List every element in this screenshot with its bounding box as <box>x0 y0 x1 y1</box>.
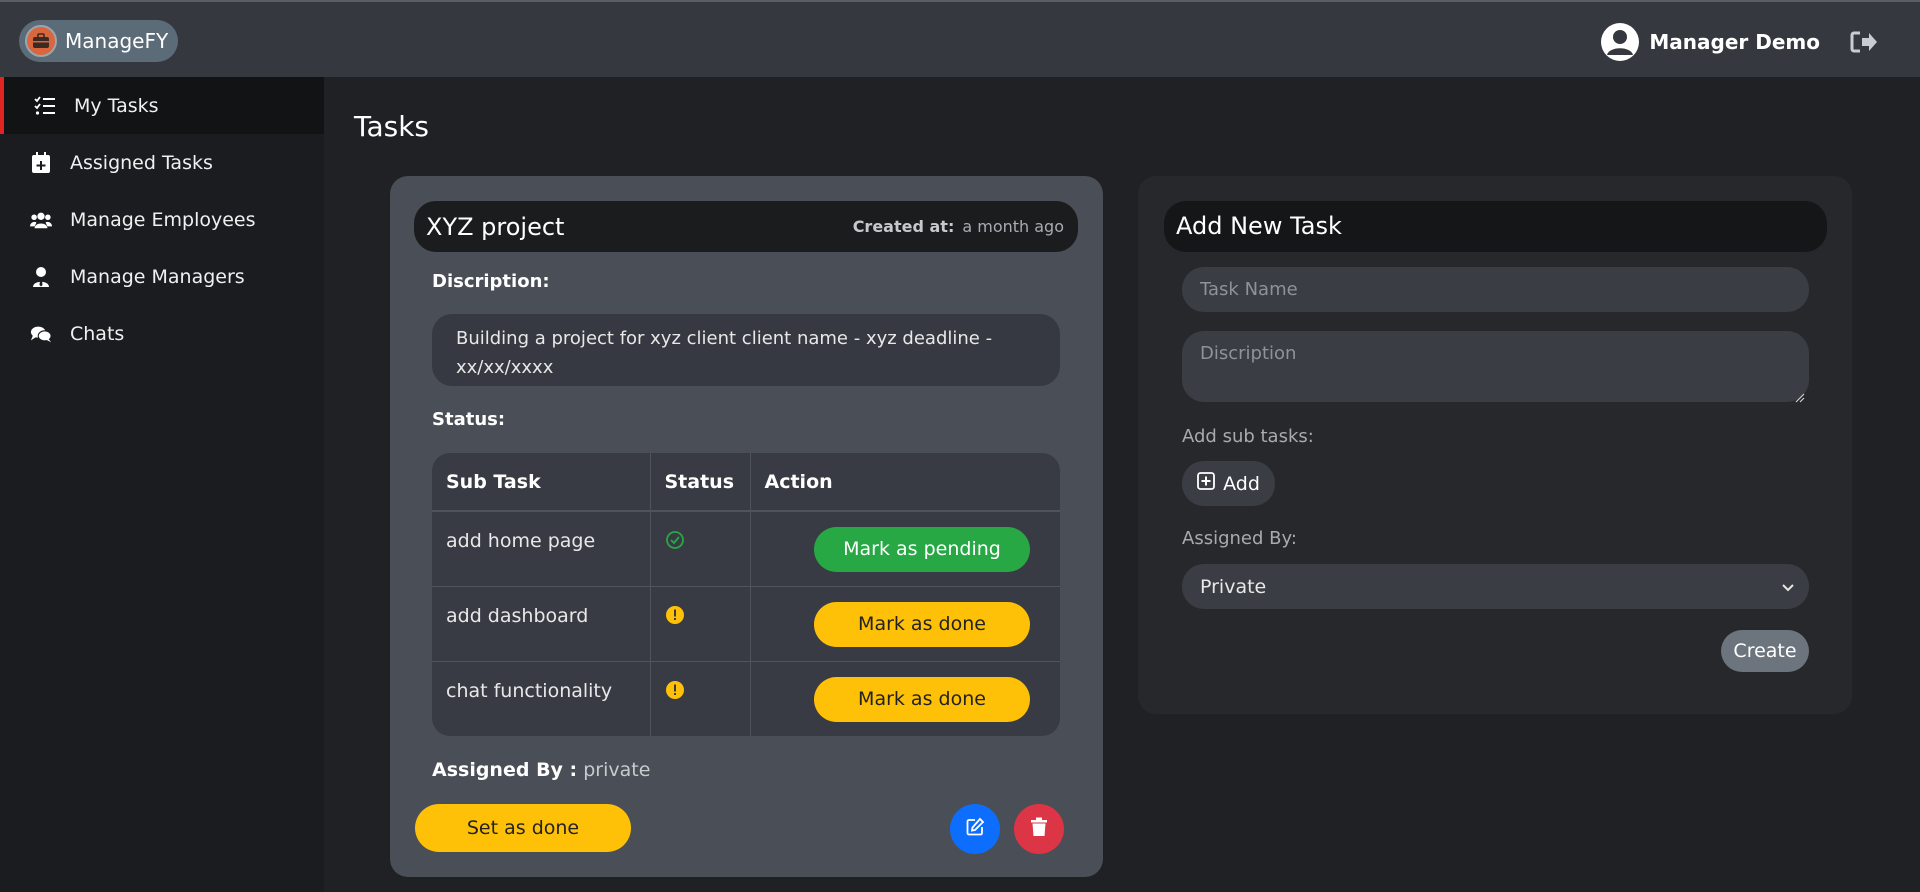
user-tie-icon <box>30 266 52 288</box>
task-title: XYZ project <box>426 212 565 241</box>
add-task-card: Add New Task Add sub tasks: Add Assigned… <box>1138 176 1852 714</box>
chevron-down-icon <box>1781 576 1795 598</box>
sidebar-item-manage-managers[interactable]: Manage Managers <box>0 248 324 305</box>
created-at-value: a month ago <box>962 217 1064 236</box>
trash-icon <box>1030 817 1048 841</box>
subtask-name: add home page <box>432 510 650 586</box>
action-cell: Mark as done <box>749 585 1060 661</box>
created-at-label: Created at: <box>852 217 955 236</box>
subtask-table: Sub Task Status Action add home page Mar… <box>432 453 1060 736</box>
status-cell <box>649 660 750 736</box>
status-label: Status: <box>432 409 506 430</box>
set-as-done-button[interactable]: Set as done <box>415 804 631 852</box>
assigned-by: Assigned By : private <box>432 759 650 781</box>
sidebar-item-label: Assigned Tasks <box>70 151 213 174</box>
description-text: Building a project for xyz client client… <box>432 314 1060 386</box>
exclamation-circle-icon <box>665 680 685 700</box>
action-cell: Mark as pending <box>749 510 1060 586</box>
mark-as-done-button[interactable]: Mark as done <box>814 676 1030 722</box>
table-row: add dashboard Mark as done <box>432 585 1060 661</box>
calendar-plus-icon <box>30 151 52 174</box>
column-header-status: Status <box>649 453 750 512</box>
add-subtasks-label: Add sub tasks: <box>1182 426 1314 447</box>
description-textarea[interactable] <box>1182 331 1809 402</box>
mark-as-done-button[interactable]: Mark as done <box>814 601 1030 647</box>
sidebar-item-label: Manage Managers <box>70 265 245 288</box>
brand-name: ManageFY <box>65 29 169 53</box>
assigned-by-value: private <box>583 759 651 781</box>
sidebar: My Tasks Assigned Tasks Manage Employees… <box>0 77 324 892</box>
mark-as-pending-button[interactable]: Mark as pending <box>814 527 1030 572</box>
task-name-input[interactable] <box>1182 267 1809 312</box>
user-menu[interactable]: Manager Demo <box>1601 23 1820 61</box>
edit-button[interactable] <box>950 804 1000 854</box>
create-button[interactable]: Create <box>1721 630 1809 672</box>
logout-icon[interactable] <box>1850 29 1878 55</box>
resize-handle-icon[interactable] <box>1793 388 1805 403</box>
sidebar-item-assigned-tasks[interactable]: Assigned Tasks <box>0 134 324 191</box>
created-at: Created at: a month ago <box>853 217 1064 236</box>
add-subtask-button[interactable]: Add <box>1182 461 1275 506</box>
column-header-action: Action <box>749 453 1060 512</box>
task-card-header: XYZ project Created at: a month ago <box>414 201 1078 252</box>
comments-icon <box>30 323 52 345</box>
subtask-name: chat functionality <box>432 660 650 736</box>
add-task-title: Add New Task <box>1164 201 1827 252</box>
sidebar-item-manage-employees[interactable]: Manage Employees <box>0 191 324 248</box>
edit-icon <box>965 817 985 841</box>
status-cell <box>649 510 750 586</box>
assigned-by-selected: Private <box>1200 575 1267 598</box>
plus-square-icon <box>1197 472 1215 495</box>
check-circle-icon <box>665 530 685 550</box>
subtask-name: add dashboard <box>432 585 650 661</box>
task-card: XYZ project Created at: a month ago Discr… <box>390 176 1103 877</box>
sidebar-item-chats[interactable]: Chats <box>0 305 324 362</box>
table-row: chat functionality Mark as done <box>432 660 1060 736</box>
sidebar-item-label: Manage Employees <box>70 208 256 231</box>
tasks-icon <box>34 95 56 117</box>
assigned-by-select-label: Assigned By: <box>1182 528 1297 549</box>
status-cell <box>649 585 750 661</box>
assigned-by-select[interactable]: Private <box>1182 564 1809 609</box>
sidebar-item-label: My Tasks <box>74 94 159 117</box>
page-title: Tasks <box>354 110 430 143</box>
brand-logo-button[interactable]: ManageFY <box>19 20 179 62</box>
sidebar-item-my-tasks[interactable]: My Tasks <box>0 77 324 134</box>
delete-button[interactable] <box>1014 804 1064 854</box>
assigned-by-label: Assigned By : <box>432 759 578 781</box>
users-icon <box>30 209 52 231</box>
user-avatar-icon <box>1601 23 1640 61</box>
user-name: Manager Demo <box>1649 30 1820 54</box>
add-subtask-label: Add <box>1223 472 1260 495</box>
column-header-sub-task: Sub Task <box>432 453 650 512</box>
description-label: Discription: <box>432 271 550 292</box>
exclamation-circle-icon <box>665 605 685 625</box>
action-cell: Mark as done <box>749 660 1060 736</box>
briefcase-icon <box>25 25 57 57</box>
top-bar: ManageFY Manager Demo <box>0 0 1920 77</box>
table-row: add home page Mark as pending <box>432 510 1060 586</box>
sidebar-item-label: Chats <box>70 322 125 345</box>
